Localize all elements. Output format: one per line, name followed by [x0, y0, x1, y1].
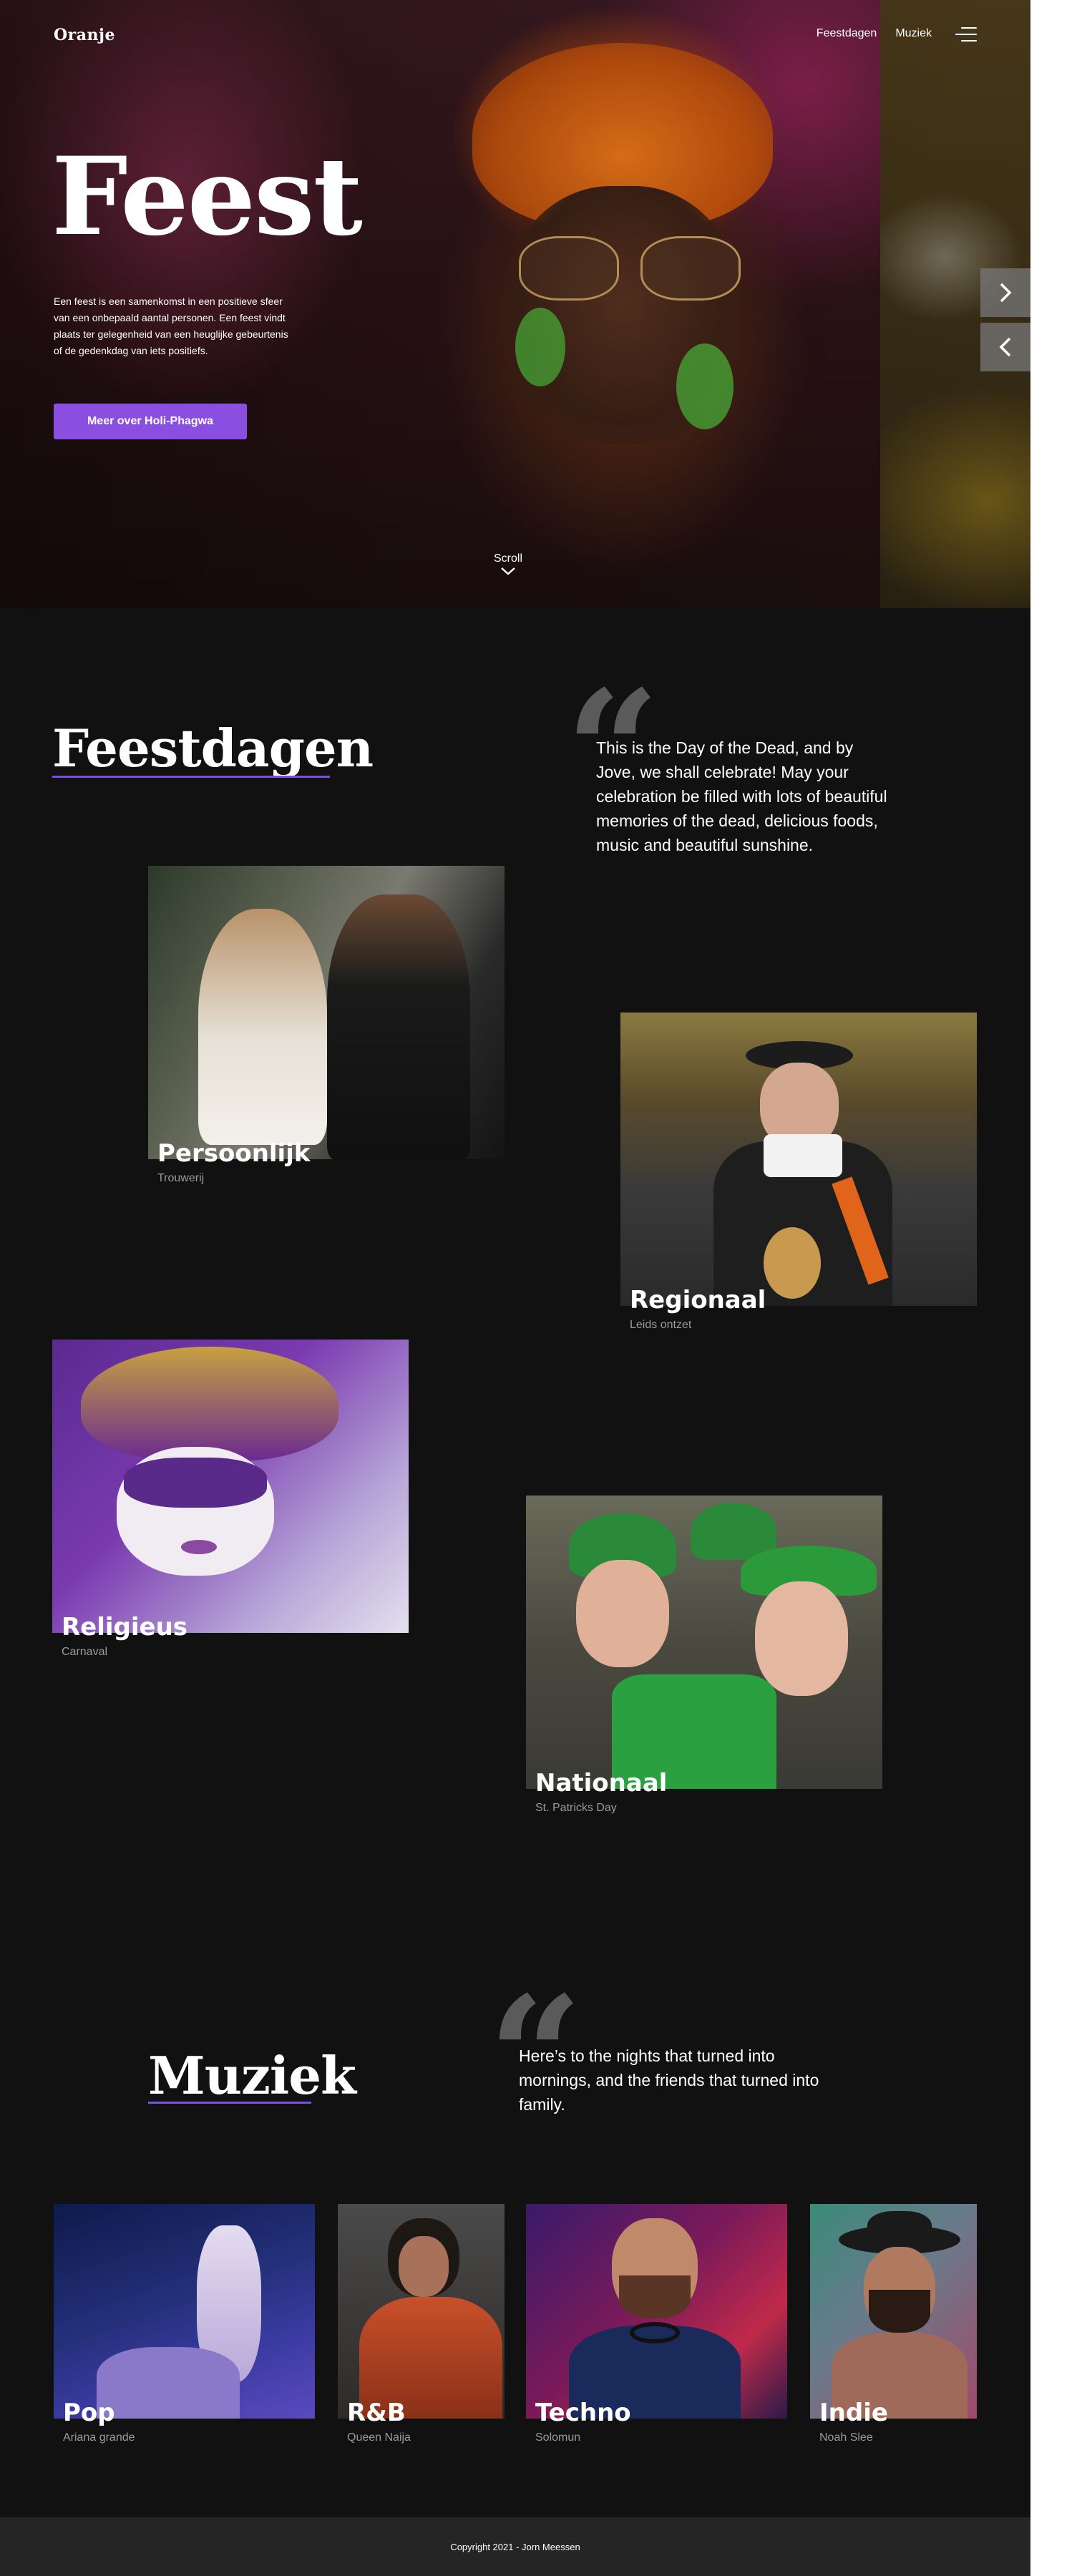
card-image-rb[interactable]: [338, 2204, 505, 2419]
card-label-persoonlijk[interactable]: Persoonlijk: [157, 1141, 310, 1166]
feestdagen-underline: [52, 776, 330, 778]
card-image-indie[interactable]: [810, 2204, 977, 2419]
hero-description: Een feest is een samenkomst in een posit…: [54, 296, 288, 356]
feestdagen-title: Feestdagen: [52, 718, 374, 779]
card-sub-nationaal: St. Patricks Day: [535, 1802, 617, 1814]
page: Oranje Feestdagen Muziek Feest Een feest…: [0, 0, 1030, 2576]
card-image-persoonlijk[interactable]: [148, 866, 505, 1159]
scroll-label: Scroll: [493, 552, 522, 565]
muziek-underline: [148, 2102, 311, 2104]
card-image-techno[interactable]: [526, 2204, 787, 2419]
card-label-regionaal[interactable]: Regionaal: [630, 1288, 766, 1312]
card-sub-indie: Noah Slee: [819, 2431, 873, 2444]
card-sub-pop: Ariana grande: [63, 2431, 135, 2444]
hero-title: Feest: [52, 134, 363, 260]
card-label-rb[interactable]: R&B: [347, 2401, 406, 2425]
footer: Copyright 2021 - Jorn Meessen: [0, 2517, 1030, 2576]
card-sub-persoonlijk: Trouwerij: [157, 1172, 205, 1184]
card-sub-regionaal: Leids ontzet: [630, 1319, 692, 1331]
chevron-left-icon: [999, 337, 1011, 357]
card-label-techno[interactable]: Techno: [535, 2401, 631, 2425]
chevron-down-icon: [501, 567, 515, 575]
feestdagen-quote: This is the Day of the Dead, and by Jove…: [596, 738, 887, 854]
card-image-regionaal[interactable]: [620, 1013, 977, 1306]
scroll-indicator[interactable]: Scroll: [490, 552, 526, 575]
hero-prev-button[interactable]: [980, 323, 1030, 371]
main-nav: Feestdagen Muziek: [817, 27, 932, 40]
card-label-religieus[interactable]: Religieus: [62, 1615, 187, 1639]
card-label-pop[interactable]: Pop: [63, 2401, 115, 2425]
card-image-pop[interactable]: [54, 2204, 315, 2419]
nav-link-feestdagen[interactable]: Feestdagen: [817, 27, 877, 40]
hero-section: Oranje Feestdagen Muziek Feest Een feest…: [0, 0, 1030, 608]
logo[interactable]: Oranje: [54, 26, 115, 44]
muziek-title: Muziek: [148, 2045, 356, 2106]
card-label-nationaal[interactable]: Nationaal: [535, 1771, 667, 1795]
card-image-nationaal[interactable]: [526, 1496, 882, 1789]
nav-link-muziek[interactable]: Muziek: [895, 27, 932, 40]
copyright-text: Copyright 2021 - Jorn Meessen: [450, 2541, 580, 2552]
holi-phagwa-button[interactable]: Meer over Holi-Phagwa: [54, 404, 247, 439]
chevron-right-icon: [1000, 283, 1012, 303]
muziek-quote: Here’s to the nights that turned into mo…: [519, 2046, 819, 2114]
card-label-indie[interactable]: Indie: [819, 2401, 888, 2425]
card-image-religieus[interactable]: [52, 1340, 409, 1633]
card-sub-rb: Queen Naija: [347, 2431, 411, 2444]
hero-next-button[interactable]: [980, 268, 1030, 317]
card-sub-techno: Solomun: [535, 2431, 581, 2444]
hamburger-menu-icon[interactable]: [955, 27, 977, 43]
card-sub-religieus: Carnaval: [62, 1646, 108, 1658]
